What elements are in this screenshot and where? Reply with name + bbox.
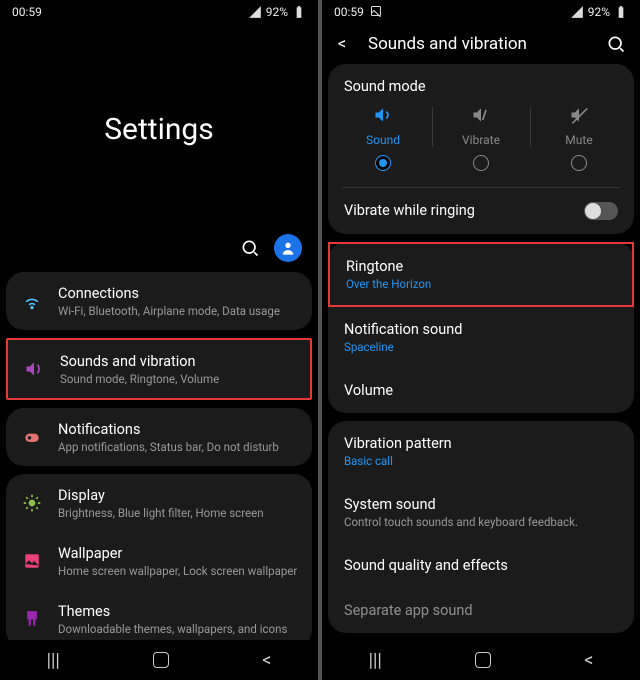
sound-icon	[24, 359, 44, 379]
wallpaper-icon	[23, 552, 41, 570]
toggle-off[interactable]	[584, 202, 618, 220]
item-themes[interactable]: Themes Downloadable themes, wallpapers, …	[6, 590, 312, 640]
item-sub: Downloadable themes, wallpapers, and ico…	[58, 622, 298, 636]
status-right: 92%	[570, 5, 628, 19]
person-icon	[280, 240, 296, 256]
mode-mute[interactable]: Mute	[530, 105, 628, 171]
item-sub: Home screen wallpaper, Lock screen wallp…	[58, 564, 298, 578]
profile-button[interactable]	[274, 234, 302, 262]
search-row	[0, 234, 318, 272]
clock: 00:59	[12, 5, 42, 19]
phone-right: 00:59 92% < Sounds and vibration Sound m…	[322, 0, 640, 680]
row-title: Separate app sound	[344, 602, 473, 619]
row-ringtone[interactable]: Ringtone Over the Horizon	[328, 242, 634, 307]
row-volume[interactable]: Volume	[328, 368, 634, 413]
signal-icon	[248, 5, 262, 19]
recent-button[interactable]: |||	[47, 650, 60, 671]
item-sub: Brightness, Blue light filter, Home scre…	[58, 506, 298, 520]
mode-label: Sound	[366, 133, 400, 147]
home-button[interactable]	[475, 652, 491, 668]
page-title: Sounds and vibration	[368, 34, 590, 54]
row-title: Sound quality and effects	[344, 557, 508, 574]
sound-rows-2: Vibration pattern Basic call System soun…	[328, 421, 634, 633]
item-sounds-vibration[interactable]: Sounds and vibration Sound mode, Rington…	[8, 340, 310, 398]
phone-left: 00:59 92% Settings Connections Wi-Fi, Bl…	[0, 0, 318, 680]
battery-icon	[614, 5, 628, 19]
row-title: Vibration pattern	[344, 435, 452, 452]
item-title: Sounds and vibration	[60, 353, 296, 370]
brightness-icon	[22, 493, 42, 513]
settings-list: Connections Wi-Fi, Bluetooth, Airplane m…	[0, 272, 318, 640]
sound-rows-1: Ringtone Over the Horizon Notification s…	[328, 242, 634, 413]
battery-text: 92%	[588, 5, 610, 19]
row-separate-app-sound[interactable]: Separate app sound	[328, 588, 634, 633]
app-bar: < Sounds and vibration	[322, 24, 640, 64]
vibrate-icon	[471, 105, 491, 125]
radio-icon	[473, 155, 489, 171]
image-icon	[370, 5, 382, 17]
mode-label: Mute	[565, 133, 592, 147]
item-title: Connections	[58, 285, 298, 302]
battery-icon	[292, 5, 306, 19]
radio-icon	[375, 155, 391, 171]
item-sub: Wi-Fi, Bluetooth, Airplane mode, Data us…	[58, 304, 298, 318]
row-sound-quality[interactable]: Sound quality and effects	[328, 543, 634, 588]
item-connections[interactable]: Connections Wi-Fi, Bluetooth, Airplane m…	[6, 272, 312, 330]
item-title: Display	[58, 487, 298, 504]
item-title: Wallpaper	[58, 545, 298, 562]
status-bar: 00:59 92%	[0, 0, 318, 24]
row-title: Vibrate while ringing	[344, 202, 475, 219]
row-vibration-pattern[interactable]: Vibration pattern Basic call	[328, 421, 634, 482]
row-system-sound[interactable]: System sound Control touch sounds and ke…	[328, 482, 634, 543]
nav-bar: ||| <	[0, 640, 318, 680]
row-sub: Over the Horizon	[346, 277, 431, 291]
row-title: Ringtone	[346, 258, 431, 275]
signal-icon	[570, 5, 584, 19]
radio-icon	[571, 155, 587, 171]
item-sub: Sound mode, Ringtone, Volume	[60, 372, 296, 386]
page-title: Settings	[0, 24, 318, 234]
back-button[interactable]: <	[584, 650, 593, 671]
row-title: Notification sound	[344, 321, 462, 338]
row-title: System sound	[344, 496, 578, 513]
sound-mode-panel: Sound mode Sound Vibrate Mute Vibrate wh…	[328, 64, 634, 234]
row-vibrate-ringing[interactable]: Vibrate while ringing	[328, 188, 634, 234]
item-display[interactable]: Display Brightness, Blue light filter, H…	[6, 474, 312, 532]
clock: 00:59	[334, 5, 382, 19]
battery-text: 92%	[266, 5, 288, 19]
item-sub: App notifications, Status bar, Do not di…	[58, 440, 298, 454]
search-icon[interactable]	[606, 34, 626, 54]
status-right: 92%	[248, 5, 306, 19]
home-button[interactable]	[153, 652, 169, 668]
row-sub: Spaceline	[344, 340, 462, 354]
row-sub: Control touch sounds and keyboard feedba…	[344, 515, 578, 529]
mode-vibrate[interactable]: Vibrate	[432, 105, 530, 171]
item-title: Themes	[58, 603, 298, 620]
recent-button[interactable]: |||	[369, 650, 382, 671]
mode-label: Vibrate	[462, 133, 500, 147]
back-icon[interactable]: <	[332, 34, 352, 54]
wifi-icon	[22, 291, 42, 311]
row-title: Volume	[344, 382, 393, 399]
item-title: Notifications	[58, 421, 298, 438]
back-button[interactable]: <	[262, 650, 271, 671]
search-icon[interactable]	[240, 238, 260, 258]
mute-icon	[569, 105, 589, 125]
row-notification-sound[interactable]: Notification sound Spaceline	[328, 307, 634, 368]
themes-icon	[23, 610, 41, 628]
row-sub: Basic call	[344, 454, 452, 468]
item-wallpaper[interactable]: Wallpaper Home screen wallpaper, Lock sc…	[6, 532, 312, 590]
mode-sound[interactable]: Sound	[334, 105, 432, 171]
panel-title: Sound mode	[328, 64, 634, 103]
notification-icon	[22, 427, 42, 447]
item-notifications[interactable]: Notifications App notifications, Status …	[6, 408, 312, 466]
sound-icon	[373, 105, 393, 125]
status-bar: 00:59 92%	[322, 0, 640, 24]
nav-bar: ||| <	[322, 641, 640, 680]
